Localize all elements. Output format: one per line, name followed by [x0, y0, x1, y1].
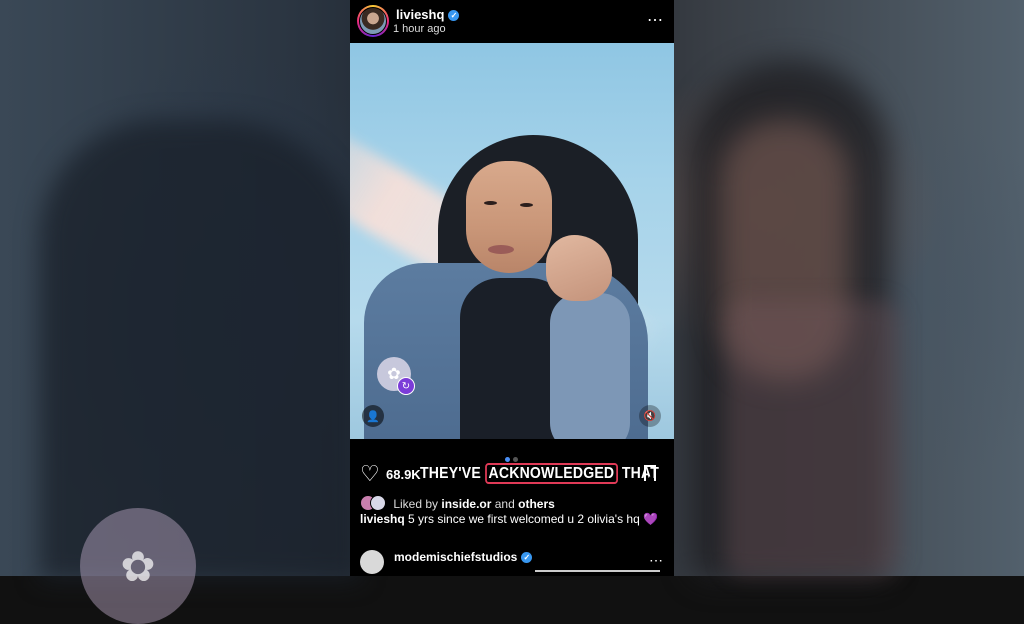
post-header: livieshq ✓ 1 hour ago ⋯ — [350, 0, 674, 43]
remix-badge-icon: ↻ — [397, 377, 415, 395]
video-progress-bar[interactable] — [535, 570, 660, 572]
caption-text: 5 yrs since we first welcomed u 2 olivia… — [408, 512, 640, 526]
post-timestamp: 1 hour ago — [393, 23, 446, 35]
video-caption-overlay: THEY'VE ACKNOWLEDGED THAT — [420, 463, 659, 484]
photo-face — [466, 161, 552, 273]
caption-word-before: THEY'VE — [420, 465, 481, 482]
blurred-background-sleeve — [725, 300, 900, 576]
carousel-dot-active — [505, 457, 510, 462]
purple-heart-emoji: 💜 — [643, 512, 659, 526]
post-caption: livieshq 5 yrs since we first welcomed u… — [360, 512, 658, 526]
verified-badge-icon: ✓ — [448, 10, 460, 21]
post-photo[interactable]: ✿ ↻ 👤 🔇 — [350, 43, 674, 439]
blurred-remix-icon: ✿ — [80, 508, 196, 624]
next-post-username-text[interactable]: modemischiefstudios — [394, 550, 517, 564]
story-ring[interactable] — [357, 5, 389, 37]
photo-eye-right — [520, 203, 533, 207]
more-options-icon[interactable]: ⋯ — [647, 10, 664, 30]
liked-by-and: and — [494, 497, 515, 511]
instagram-post-frame: livieshq ✓ 1 hour ago ⋯ ✿ ↻ 👤 🔇 ♡ 68.9K T… — [350, 0, 674, 576]
blurred-background-figure-left — [40, 120, 360, 580]
verified-badge-icon: ✓ — [521, 552, 533, 563]
liked-by-row[interactable]: Liked by inside.or and others — [360, 495, 555, 511]
caption-username[interactable]: livieshq — [360, 512, 405, 526]
liker-avatar — [370, 495, 386, 511]
like-count[interactable]: 68.9K — [386, 467, 421, 482]
avatar[interactable] — [359, 7, 387, 35]
username-text[interactable]: livieshq — [396, 7, 444, 22]
liked-by-user[interactable]: inside.or — [441, 497, 491, 511]
photo-eye-left — [484, 201, 497, 205]
carousel-dot — [513, 457, 518, 462]
bookmark-icon[interactable] — [644, 465, 656, 482]
photo-lips — [488, 245, 514, 254]
liked-by-prefix: Liked by — [393, 497, 439, 511]
speaker-mute-icon[interactable]: 🔇 — [639, 405, 661, 427]
photo-sleeve — [550, 293, 630, 439]
post-username[interactable]: livieshq ✓ — [396, 7, 460, 22]
action-bar: ♡ 68.9K THEY'VE ACKNOWLEDGED THAT — [350, 463, 674, 489]
person-tag-icon[interactable]: 👤 — [362, 405, 384, 427]
next-post-avatar[interactable] — [360, 550, 384, 574]
next-post-more-options-icon[interactable]: ⋯ — [649, 552, 664, 569]
caption-word-highlight: ACKNOWLEDGED — [485, 463, 618, 484]
next-post-username[interactable]: modemischiefstudios ✓ — [394, 550, 533, 564]
heart-icon[interactable]: ♡ — [360, 463, 380, 485]
liked-by-others[interactable]: others — [518, 497, 555, 511]
